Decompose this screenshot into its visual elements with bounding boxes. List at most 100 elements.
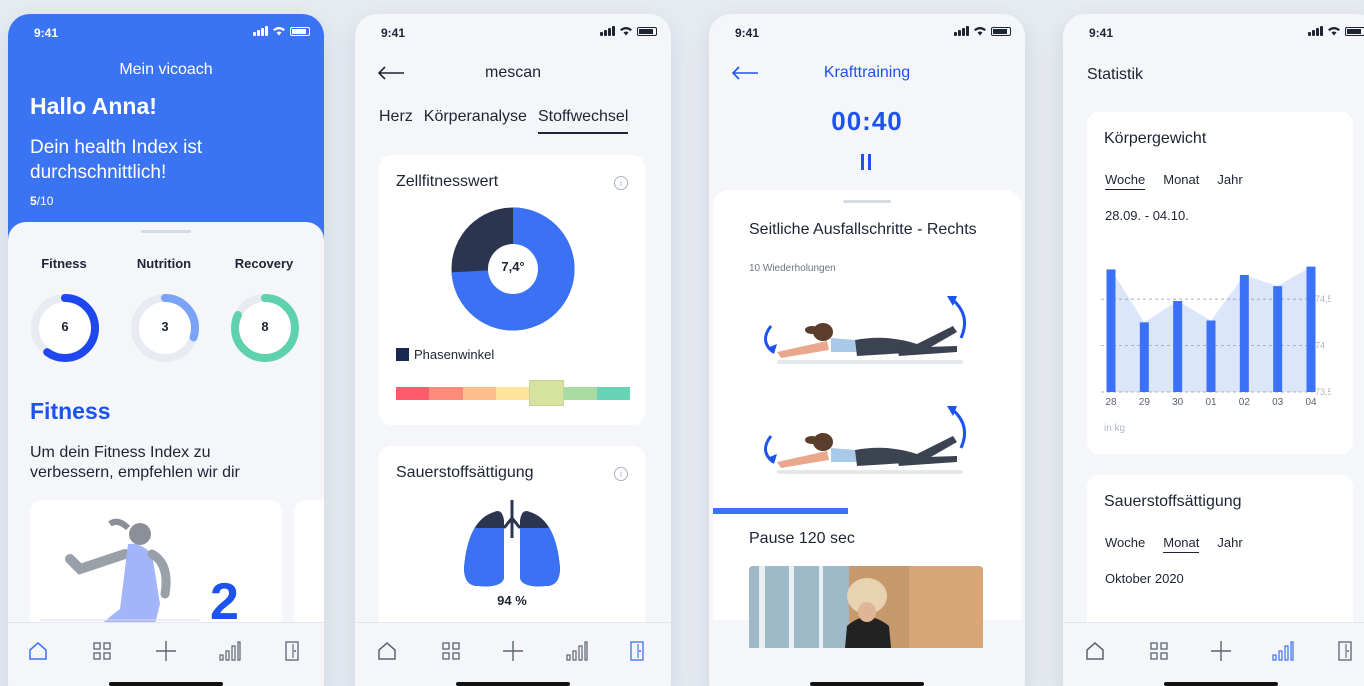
tab-home[interactable] [20,633,56,669]
period-jahr[interactable]: Jahr [1217,172,1242,190]
wifi-icon [620,27,632,36]
screen-title: Krafttraining [823,64,911,81]
scale-segment [429,386,463,400]
chart-bar[interactable] [1139,322,1149,392]
tab-home[interactable] [369,633,405,669]
tab-grid[interactable] [433,633,469,669]
section-text: Um dein Fitness Index zu verbessern, emp… [30,444,240,481]
chart-bar[interactable] [1273,286,1283,392]
tab-add[interactable] [495,633,531,669]
tab-door[interactable] [274,633,310,669]
tab-door[interactable] [619,633,655,669]
pause-text: Pause 120 sec [749,530,855,547]
sauerstoff-card[interactable]: Sauerstoffsättigung i 94 % [379,446,645,636]
y-tick-label: 74,5 [1315,294,1331,304]
period-woche[interactable]: Woche [1105,172,1146,190]
phone-mescan: 9:41 mescan Herz Körperanalyse Stoffwech… [355,14,671,686]
home-indicator[interactable] [810,682,924,686]
tab-koerperanalyse[interactable]: Körperanalyse [424,108,527,134]
zellfitness-card[interactable]: Zellfitnesswert i 7,4° Phasenwinkel [379,155,645,425]
exercise-card-next[interactable] [294,500,324,640]
info-icon[interactable]: i [614,467,628,481]
scale-segment [528,380,565,406]
tab-stoffwechsel[interactable]: Stoffwechsel [537,108,629,134]
wifi-icon [273,27,285,36]
chart-bar[interactable] [1239,275,1249,392]
exercise-card[interactable]: 2 [30,500,282,640]
tab-stats[interactable] [1265,633,1301,669]
stats-icon [219,641,241,661]
tab-add[interactable] [1203,633,1239,669]
x-tick-label: 28 [1105,397,1117,408]
x-tick-label: 01 [1205,397,1217,408]
screen-title: mescan [484,64,542,81]
card-title: Körpergewicht [1104,130,1207,147]
oxygen-card[interactable]: Sauerstoffsättigung Woche Monat Jahr Okt… [1087,475,1353,635]
sheet-handle[interactable] [843,200,891,203]
status-bar: 9:41 [8,14,324,54]
home-indicator[interactable] [1164,682,1278,686]
phone-workout: 9:41 Krafttraining 00:40 Seitliche Ausfa… [709,14,1025,686]
card-title: Sauerstoffsättigung [1104,493,1242,510]
tab-grid[interactable] [1141,633,1177,669]
phone-statistik: 9:41 Statistik Körpergewicht Woche Monat… [1063,14,1364,686]
card-title: Sauerstoffsättigung [396,464,534,481]
status-time: 9:41 [381,26,406,40]
tab-stats[interactable] [559,633,595,669]
status-bar: 9:41 [709,14,1025,54]
period-jahr[interactable]: Jahr [1217,535,1242,553]
signal-icon [1308,26,1323,36]
ring-label-fitness: Fitness [41,256,87,271]
status-bar: 9:41 [1063,14,1364,54]
weight-card[interactable]: Körpergewicht Woche Monat Jahr 28.09. - … [1087,112,1353,454]
exercise-reps: 10 Wiederholungen [749,263,836,274]
period-tabs: Woche Monat Jahr [1105,172,1243,190]
door-icon [630,641,644,661]
next-exercise-photo[interactable] [749,566,983,648]
period-woche[interactable]: Woche [1105,535,1145,553]
tab-door[interactable] [1327,633,1363,669]
tab-stats[interactable] [212,633,248,669]
lungs-icon [464,500,560,587]
grid-icon [1150,642,1168,660]
tab-home[interactable] [1077,633,1113,669]
period-monat[interactable]: Monat [1163,172,1199,190]
y-tick-label: 74 [1315,341,1325,351]
chart-bar[interactable] [1173,301,1183,392]
y-tick-label: 73,5 [1315,387,1331,397]
date-range: 28.09. - 04.10. [1105,208,1189,223]
scale-segment [396,386,430,400]
signal-icon [253,26,268,36]
home-indicator[interactable] [109,682,223,686]
screen-title: Statistik [1087,66,1144,83]
tab-grid[interactable] [84,633,120,669]
exercise-progress [713,508,848,514]
signal-icon [600,26,615,36]
ring-fitness[interactable]: 6 [28,291,102,365]
ring-nutrition[interactable]: 3 [128,291,202,365]
battery-icon [637,26,657,36]
health-subtitle: Dein health Index ist durchschnittlich! [30,137,203,183]
phase-scale [396,380,630,406]
chart-bar[interactable] [1306,266,1316,392]
pause-button[interactable] [859,154,873,170]
tab-add[interactable] [148,633,184,669]
scale-segment [596,386,630,400]
chart-bar[interactable] [1206,320,1216,393]
home-icon [378,642,396,660]
tab-herz[interactable]: Herz [379,108,413,134]
home-icon [1086,642,1104,660]
wifi-icon [974,27,986,36]
info-icon[interactable]: i [614,176,628,190]
sheet-handle[interactable] [141,230,191,233]
x-tick-label: 03 [1272,397,1284,408]
score-value: 5 [30,194,37,208]
scale-segment [462,386,497,400]
home-indicator[interactable] [456,682,570,686]
chart-bar[interactable] [1106,269,1116,392]
x-tick-label: 02 [1239,397,1251,408]
score-total: /10 [36,194,54,208]
period-monat[interactable]: Monat [1163,535,1200,553]
ring-value-fitness: 6 [61,319,69,334]
ring-recovery[interactable]: 8 [228,291,302,365]
